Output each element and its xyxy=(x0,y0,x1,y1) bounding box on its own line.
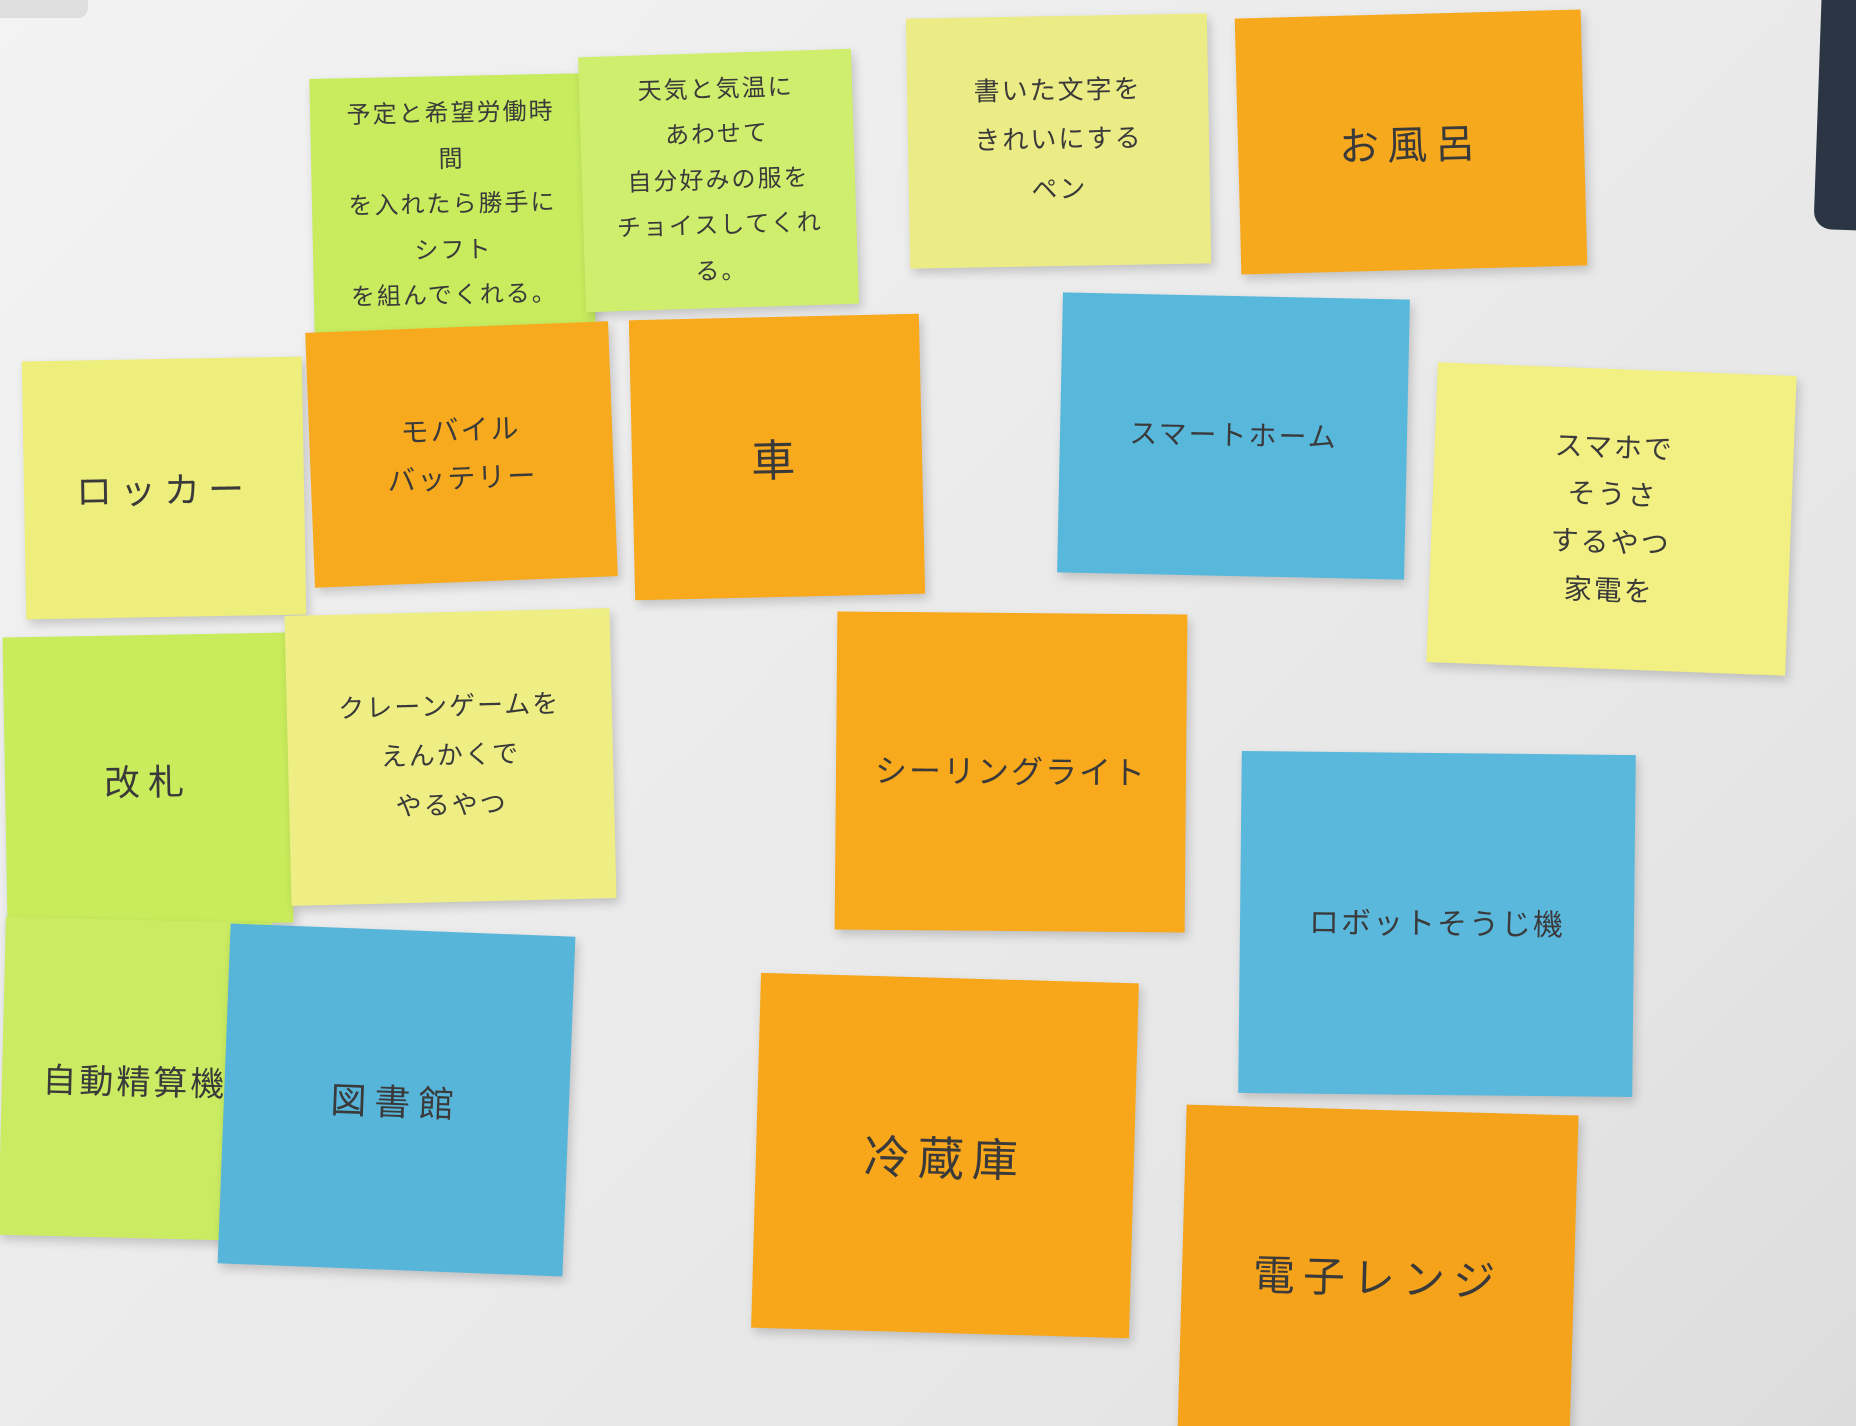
sticky-note-shift: 予定と希望労働時間 を入れたら勝手にシフト を組んでくれる。 xyxy=(309,73,596,337)
note-text: 冷蔵庫 xyxy=(863,1129,1027,1188)
note-text: 予定と希望労働時間 を入れたら勝手にシフト を組んでくれる。 xyxy=(346,96,559,312)
sticky-note-microwave: 電子レンジ xyxy=(1177,1104,1579,1426)
sticky-note-phone: スマホで そうさ するやつ 家電を xyxy=(1426,362,1797,676)
sticky-note-library: 図書館 xyxy=(217,923,576,1277)
photo-scene: 予定と希望労働時間 を入れたら勝手にシフト を組んでくれる。 天気と気温に あわ… xyxy=(0,0,1856,1426)
note-text: モバイル バッテリー xyxy=(386,411,538,498)
device-edge xyxy=(1813,0,1856,231)
corner-tab xyxy=(0,0,88,18)
note-text: ロボットそうじ機 xyxy=(1308,905,1566,943)
note-text: スマートホーム xyxy=(1129,417,1338,455)
sticky-note-robot-vacuum: ロボットそうじ機 xyxy=(1238,750,1636,1098)
sticky-note-smarthome: スマートホーム xyxy=(1057,292,1410,580)
sticky-note-bath: お風呂 xyxy=(1234,9,1588,275)
note-text: シーリングライト xyxy=(874,751,1148,792)
note-text: 書いた文字を きれいにする ペン xyxy=(973,74,1143,206)
note-text: スマホで そうさ するやつ 家電を xyxy=(1549,428,1675,609)
sticky-note-crane-game: クレーンゲームを えんかくで やるやつ xyxy=(284,608,617,906)
sticky-note-weather: 天気と気温に あわせて 自分好みの服を チョイスしてくれる。 xyxy=(578,48,859,313)
note-text: 図書館 xyxy=(329,1080,464,1127)
sticky-note-car: 車 xyxy=(628,313,926,601)
sticky-note-locker: ロッカー xyxy=(21,356,307,620)
note-text: 自動精算機 xyxy=(41,1060,228,1105)
sticky-note-ceiling-light: シーリングライト xyxy=(834,611,1188,933)
note-text: 車 xyxy=(750,435,804,488)
sticky-note-fridge: 冷蔵庫 xyxy=(751,972,1139,1339)
note-text: クレーンゲームを えんかくで やるやつ xyxy=(337,689,561,823)
note-text: 改札 xyxy=(103,762,193,805)
note-text: ロッカー xyxy=(75,469,253,514)
note-text: 電子レンジ xyxy=(1252,1250,1504,1306)
note-text: お風呂 xyxy=(1338,121,1484,171)
sticky-note-pen: 書いた文字を きれいにする ペン xyxy=(905,13,1212,269)
sticky-note-ticket-gate: 改札 xyxy=(2,632,294,928)
note-text: 天気と気温に あわせて 自分好みの服を チョイスしてくれる。 xyxy=(616,72,824,286)
sticky-note-battery: モバイル バッテリー xyxy=(305,321,618,588)
